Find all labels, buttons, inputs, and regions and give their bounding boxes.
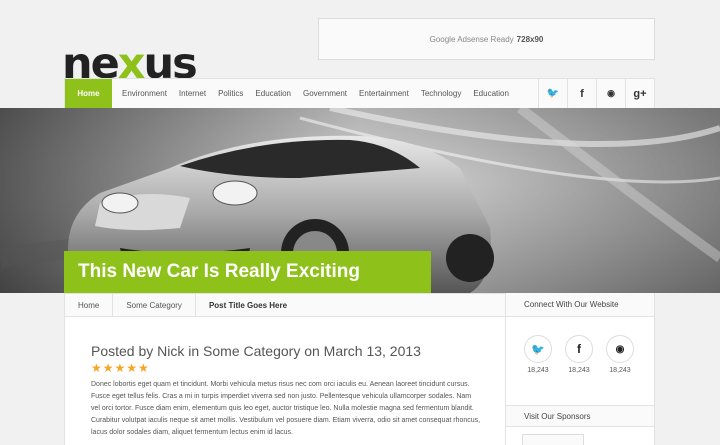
ad-banner[interactable]: Google Adsense Ready 728x90: [318, 18, 655, 60]
hero-banner[interactable]: This New Car Is Really Exciting: [0, 108, 720, 293]
sidebar: Connect With Our Website 🐦 18,243 f 18,2…: [506, 293, 655, 445]
facebook-count[interactable]: f 18,243: [565, 335, 593, 405]
twitter-count-value: 18,243: [527, 367, 549, 374]
nav-item-entertainment[interactable]: Entertainment: [353, 79, 415, 108]
nav-item-home[interactable]: Home: [65, 79, 112, 108]
sponsor-banner[interactable]: [522, 434, 584, 445]
twitter-count[interactable]: 🐦 18,243: [524, 335, 552, 405]
twitter-icon[interactable]: 🐦: [538, 79, 567, 108]
sponsors-heading: Visit Our Sponsors: [506, 405, 654, 427]
google-plus-icon[interactable]: g+: [625, 79, 654, 108]
post-content: Posted by Nick in Some Category on March…: [64, 317, 506, 445]
breadcrumb-category[interactable]: Some Category: [113, 294, 196, 316]
breadcrumb-current: Post Title Goes Here: [208, 300, 288, 310]
nav-item-politics[interactable]: Politics: [212, 79, 249, 108]
nav-item-education[interactable]: Education: [249, 79, 297, 108]
rss-icon[interactable]: ◉: [596, 79, 625, 108]
nav-item-education-2[interactable]: Education: [467, 79, 515, 108]
rating-stars: ★★★★★: [91, 361, 150, 375]
facebook-icon: f: [565, 335, 593, 363]
post-body: Donec lobortis eget quam et tincidunt. M…: [91, 381, 481, 436]
ad-text: Google Adsense Ready: [429, 34, 514, 44]
breadcrumb-home[interactable]: Home: [65, 294, 114, 316]
nav-item-environment[interactable]: Environment: [116, 79, 173, 108]
rss-count-value: 18,243: [609, 367, 631, 374]
facebook-icon[interactable]: f: [567, 79, 596, 108]
breadcrumb: Home Some Category Post Title Goes Here: [64, 293, 506, 317]
nav-item-government[interactable]: Government: [297, 79, 353, 108]
nav-item-internet[interactable]: Internet: [173, 79, 212, 108]
hero-title[interactable]: This New Car Is Really Exciting: [64, 251, 431, 293]
facebook-count-value: 18,243: [568, 367, 590, 374]
connect-heading: Connect With Our Website: [506, 293, 654, 317]
nav-item-technology[interactable]: Technology: [415, 79, 467, 108]
social-counts: 🐦 18,243 f 18,243 ◉ 18,243: [506, 317, 654, 405]
twitter-icon: 🐦: [524, 335, 552, 363]
rss-icon: ◉: [606, 335, 634, 363]
main-nav: Home Environment Internet Politics Educa…: [64, 78, 655, 108]
ad-size: 728x90: [516, 34, 544, 44]
rss-count[interactable]: ◉ 18,243: [606, 335, 634, 405]
post-meta: Posted by Nick in Some Category on March…: [91, 343, 421, 359]
